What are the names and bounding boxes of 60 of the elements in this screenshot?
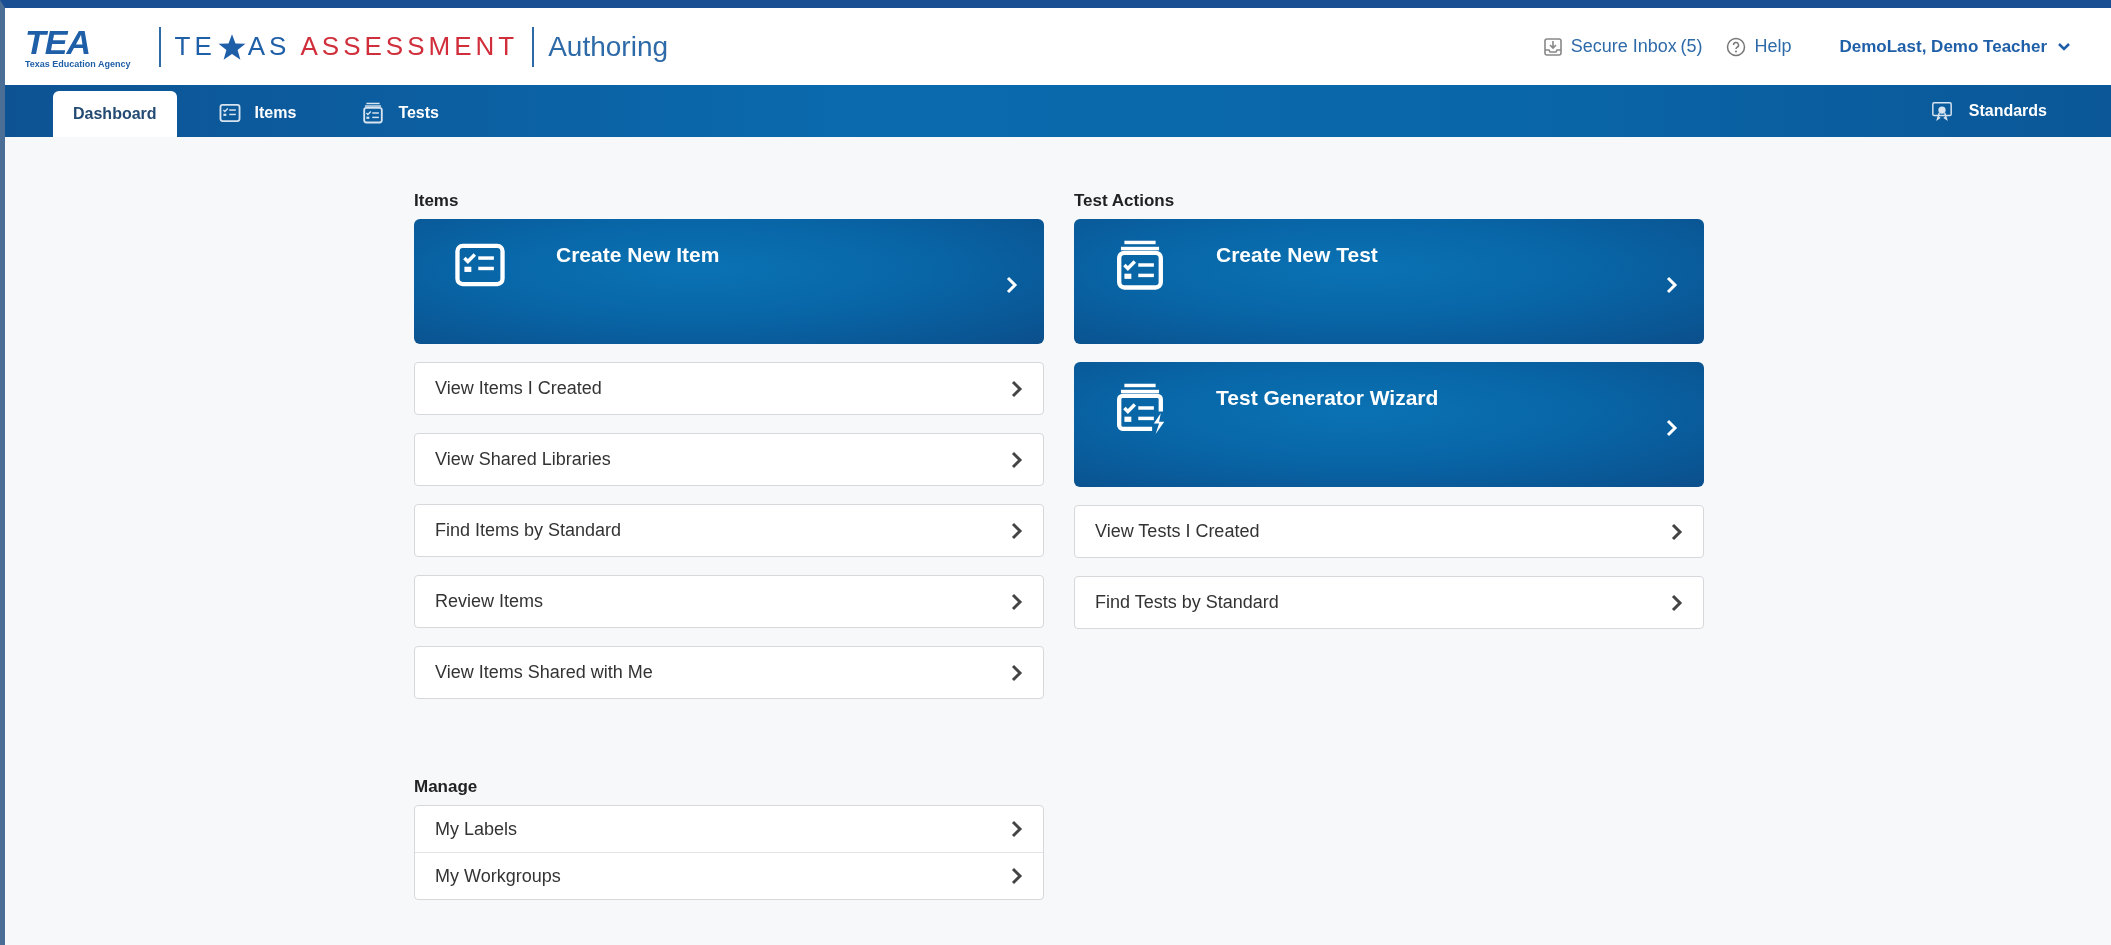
star-icon — [217, 32, 246, 61]
link-text: My Labels — [435, 818, 518, 840]
stacked-checklist-icon — [362, 102, 385, 124]
chevron-right-icon — [1009, 819, 1023, 839]
brand-text: AS — [247, 31, 291, 62]
link-text: Find Items by Standard — [435, 520, 622, 541]
chevron-right-icon — [1009, 662, 1023, 683]
chevron-right-icon — [1009, 378, 1023, 399]
action-link[interactable]: Find Items by Standard — [414, 504, 1044, 557]
link-text: View Shared Libraries — [435, 449, 611, 470]
action-link[interactable]: Review Items — [414, 575, 1044, 628]
section-heading: Test Actions — [1074, 191, 1176, 211]
stacked-checklist-icon — [1114, 239, 1166, 291]
action-card[interactable]: Create New Item — [414, 219, 1044, 344]
help-link[interactable]: Help — [1726, 36, 1792, 57]
link-text: Find Tests by Standard — [1095, 592, 1279, 613]
brand-text: TE — [174, 31, 216, 62]
chevron-right-icon — [1009, 866, 1023, 886]
user-menu[interactable]: DemoLast, Demo Teacher — [1839, 36, 2071, 57]
link-text: My Workgroups — [435, 865, 561, 887]
action-card[interactable]: Create New Test — [1074, 219, 1704, 344]
chevron-right-icon — [1004, 275, 1020, 295]
logo-mark: TEA — [25, 24, 90, 59]
link-text: View Tests I Created — [1095, 521, 1260, 542]
card-title: Create New Item — [556, 243, 720, 267]
certificate-icon — [1930, 100, 1953, 122]
manage-item[interactable]: My Labels — [415, 806, 1043, 852]
chevron-right-icon — [1669, 592, 1683, 613]
inbox-link[interactable]: Secure Inbox (5) — [1542, 36, 1703, 57]
chevron-right-icon — [1009, 520, 1023, 541]
checklist-lightning-icon — [1114, 382, 1166, 434]
inbox-icon — [1542, 36, 1563, 57]
action-link[interactable]: View Items Shared with Me — [414, 646, 1044, 699]
section-heading: Manage — [414, 777, 479, 797]
card-title: Create New Test — [1216, 243, 1378, 267]
chevron-right-icon — [1664, 275, 1680, 295]
section-heading: Items — [414, 191, 460, 211]
action-link[interactable]: Find Tests by Standard — [1074, 576, 1704, 629]
link-text: View Items Shared with Me — [435, 662, 653, 683]
link-text: View Items I Created — [435, 378, 602, 399]
action-link[interactable]: View Items I Created — [414, 362, 1044, 415]
brand-text: ASSESSMENT — [300, 31, 519, 62]
card-title: Test Generator Wizard — [1216, 386, 1439, 410]
logo-tagline: Texas Education Agency — [25, 58, 131, 69]
chevron-right-icon — [1664, 418, 1680, 438]
nav-tab[interactable]: Dashboard — [53, 91, 177, 137]
standards-link[interactable]: Standards — [1930, 85, 2047, 137]
app-name: Authoring — [548, 30, 669, 63]
nav-tab[interactable]: Items — [190, 93, 321, 137]
manage-item[interactable]: My Workgroups — [415, 852, 1043, 899]
chevron-right-icon — [1009, 591, 1023, 612]
action-link[interactable]: View Shared Libraries — [414, 433, 1044, 486]
chevron-right-icon — [1009, 449, 1023, 470]
action-card[interactable]: Test Generator Wizard — [1074, 362, 1704, 487]
link-text: Review Items — [435, 591, 544, 612]
checklist-icon — [218, 102, 241, 124]
help-icon — [1726, 36, 1747, 57]
action-link[interactable]: View Tests I Created — [1074, 505, 1704, 558]
nav-tab[interactable]: Tests — [334, 93, 463, 137]
chevron-right-icon — [1669, 521, 1683, 542]
